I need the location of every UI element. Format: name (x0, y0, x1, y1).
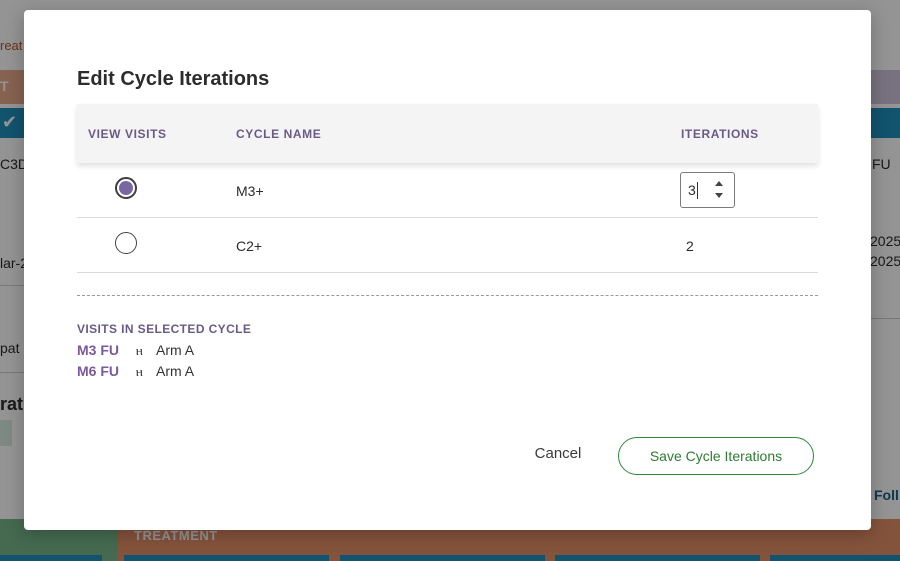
iterations-cell: 2 (686, 238, 694, 254)
visit-arm: Arm A (156, 342, 195, 358)
text-caret (697, 182, 698, 199)
visits-section-title: VISITS IN SELECTED CYCLE (77, 322, 252, 336)
branch-icon: ⲏ (136, 364, 143, 379)
column-header-view-visits: VIEW VISITS (88, 127, 167, 141)
dialog-title: Edit Cycle Iterations (77, 68, 270, 90)
column-header-cycle-name: CYCLE NAME (236, 127, 322, 141)
iterations-input-value: 3 (688, 182, 696, 198)
iterations-number-input[interactable]: 3 (680, 172, 735, 208)
visit-name: M6 FU (77, 363, 119, 379)
spin-down-icon[interactable] (715, 193, 723, 198)
save-cycle-iterations-button[interactable]: Save Cycle Iterations (618, 437, 814, 475)
view-visits-radio[interactable] (115, 232, 137, 254)
cycle-table: VIEW VISITS CYCLE NAME ITERATIONS M3+ 3 … (77, 104, 818, 273)
number-spinner (715, 181, 725, 201)
cancel-button[interactable]: Cancel (522, 437, 594, 471)
table-header: VIEW VISITS CYCLE NAME ITERATIONS (77, 104, 818, 163)
visit-arm: Arm A (156, 363, 195, 379)
cycle-name-cell: C2+ (236, 238, 263, 254)
edit-cycle-iterations-dialog: Edit Cycle Iterations VIEW VISITS CYCLE … (24, 10, 871, 530)
section-divider (77, 295, 818, 296)
table-row: C2+ 2 (77, 218, 818, 273)
branch-icon: ⲏ (136, 343, 143, 358)
spin-up-icon[interactable] (715, 181, 723, 186)
table-row: M3+ 3 (77, 163, 818, 218)
view-visits-radio-selected[interactable] (115, 177, 137, 199)
cycle-name-cell: M3+ (236, 183, 264, 199)
visit-name: M3 FU (77, 342, 119, 358)
column-header-iterations: ITERATIONS (681, 127, 759, 141)
